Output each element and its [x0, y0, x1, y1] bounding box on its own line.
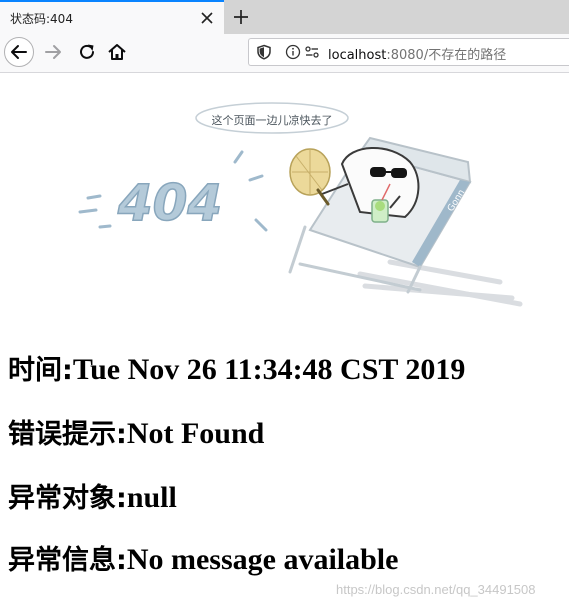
- plus-icon[interactable]: [230, 6, 252, 28]
- arrow-right-icon[interactable]: [42, 41, 64, 63]
- exception-label: 异常对象:: [8, 483, 127, 514]
- url-bar[interactable]: localhost:8080/不存在的路径: [248, 38, 569, 66]
- info-icon[interactable]: [285, 44, 301, 60]
- time-value: Tue Nov 26 11:34:48 CST 2019: [72, 353, 466, 386]
- info-time: 时间:Tue Nov 26 11:34:48 CST 2019: [8, 352, 465, 389]
- tab-active[interactable]: 状态码:404: [0, 0, 224, 34]
- navigation-bar: localhost:8080/不存在的路径: [0, 34, 569, 73]
- permissions-icon[interactable]: [304, 44, 320, 60]
- arrow-left-icon: [11, 45, 27, 59]
- tab-title: 状态码:404: [10, 12, 73, 26]
- close-icon[interactable]: [197, 8, 217, 28]
- error-label: 错误提示:: [8, 419, 127, 450]
- shield-icon[interactable]: [256, 44, 272, 60]
- info-error: 错误提示:Not Found: [8, 416, 264, 453]
- watermark-text: https://blog.csdn.net/qq_34491508: [336, 582, 536, 597]
- illustration-404-text: 404: [117, 174, 222, 232]
- url-host: localhost: [328, 48, 387, 63]
- message-label: 异常信息:: [8, 545, 127, 576]
- tab-strip: 状态码:404: [0, 0, 569, 34]
- hand-fan: [289, 148, 331, 206]
- error-404-illustration: 这个页面一边儿凉快去了 404 Gonn: [78, 102, 523, 307]
- error-value: Not Found: [126, 417, 265, 450]
- back-button[interactable]: [4, 37, 34, 67]
- info-exception: 异常对象:null: [8, 480, 177, 517]
- illustration-caption: 这个页面一边儿凉快去了: [212, 113, 333, 127]
- message-value: No message available: [126, 543, 399, 576]
- time-label: 时间:: [8, 355, 73, 386]
- reload-icon[interactable]: [76, 41, 98, 63]
- url-path: :8080/不存在的路径: [386, 48, 507, 63]
- exception-value: null: [126, 481, 177, 514]
- home-icon[interactable]: [106, 41, 128, 63]
- info-message: 异常信息:No message available: [8, 542, 398, 579]
- url-text: localhost:8080/不存在的路径: [328, 44, 506, 63]
